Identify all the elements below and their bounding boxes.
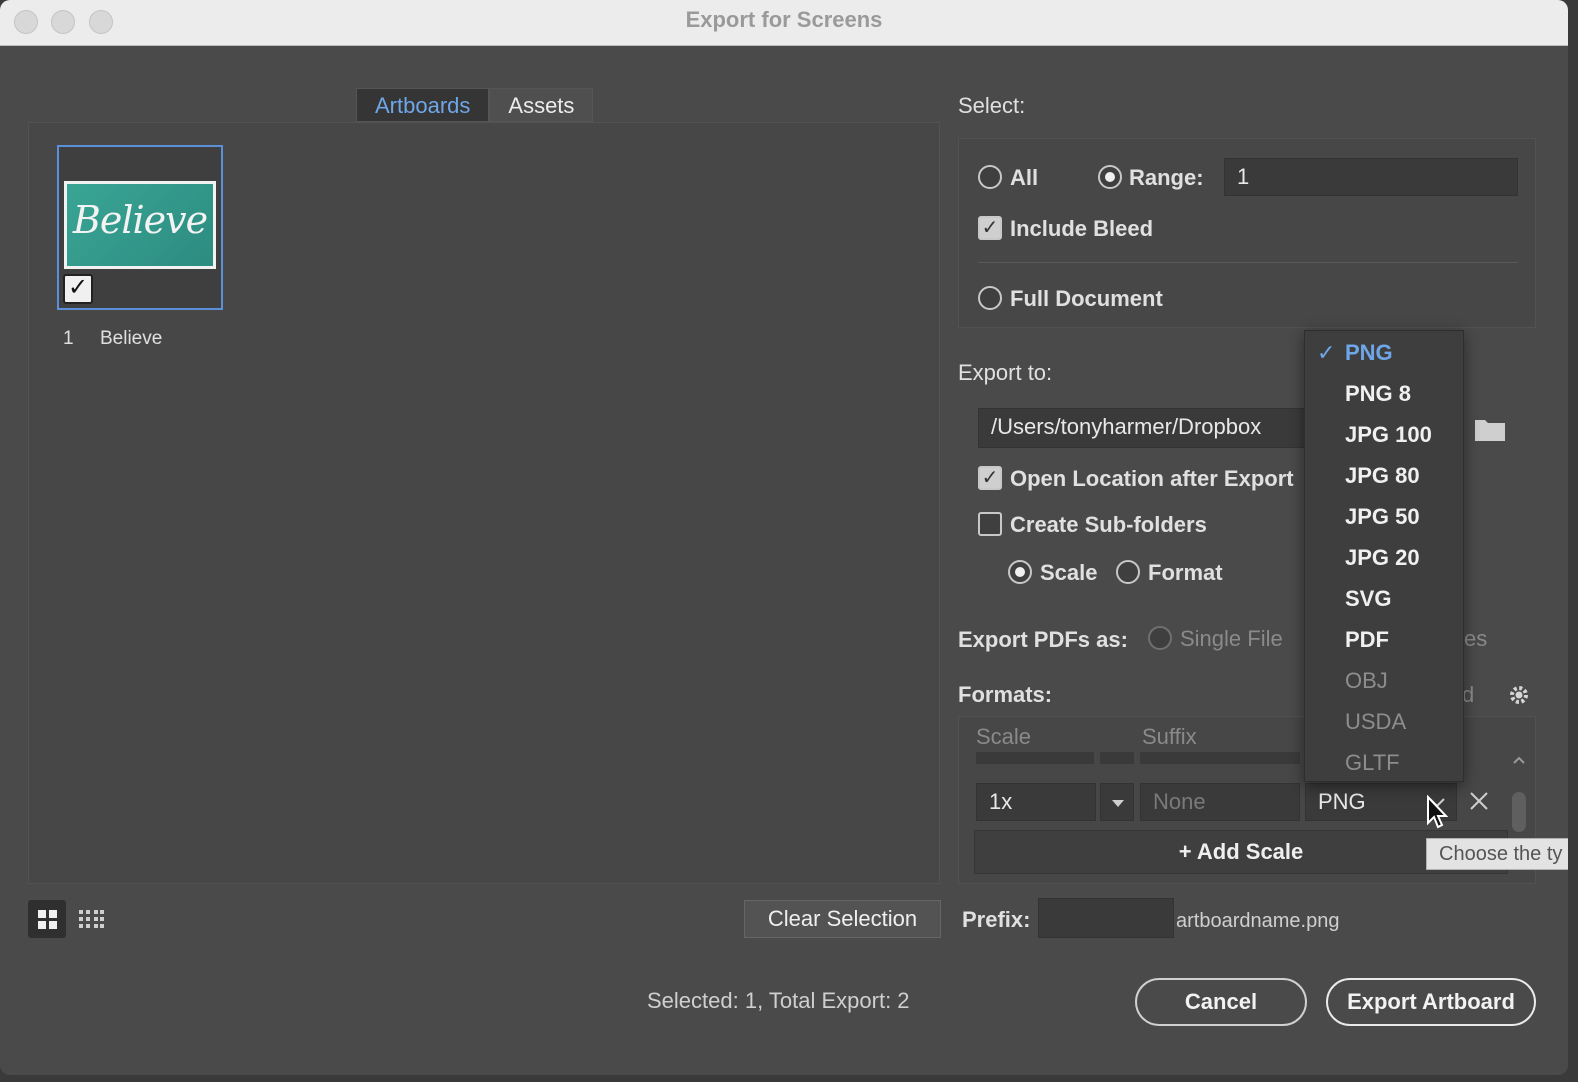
full-document-radio[interactable] — [978, 286, 1002, 310]
multiple-files-label-partial: es — [1464, 626, 1488, 651]
format-option-png8[interactable]: PNG 8 — [1305, 373, 1463, 414]
artboard-index: 1 — [63, 328, 74, 349]
artboard-preview-text: Believe — [72, 198, 208, 242]
select-heading: Select: — [958, 93, 1026, 118]
plus-icon: + — [1178, 839, 1197, 864]
artboard-checkbox[interactable]: ✓ — [63, 274, 93, 304]
prefix-input[interactable] — [1038, 898, 1174, 938]
open-location-checkbox[interactable]: ✓ — [978, 466, 1002, 490]
title-bar: Export for Screens — [0, 0, 1568, 46]
subfolder-scale-radio[interactable] — [1008, 560, 1032, 584]
create-subfolders-checkbox[interactable] — [978, 512, 1002, 536]
mouse-cursor-icon — [1427, 795, 1449, 829]
export-to-heading: Export to: — [958, 360, 1053, 385]
scale-input[interactable]: 1x — [976, 783, 1096, 821]
remove-scale-icon[interactable] — [1468, 790, 1490, 812]
export-pdfs-heading: Export PDFs as: — [958, 627, 1128, 652]
artboard-thumbnail[interactable]: Believe ✓ — [57, 145, 223, 310]
format-option-jpg80[interactable]: JPG 80 — [1305, 455, 1463, 496]
subfolder-scale-label: Scale — [1040, 560, 1098, 585]
format-option-svg[interactable]: SVG — [1305, 578, 1463, 619]
format-option-pdf[interactable]: PDF — [1305, 619, 1463, 660]
hidden-row-scale — [976, 752, 1094, 764]
select-all-radio[interactable] — [978, 165, 1002, 189]
format-tooltip: Choose the ty — [1426, 838, 1568, 870]
single-file-radio[interactable] — [1148, 626, 1172, 650]
filename-preview: artboardname.png — [1176, 910, 1340, 932]
tab-assets[interactable]: Assets — [489, 88, 594, 122]
clear-selection-button[interactable]: Clear Selection — [744, 900, 941, 938]
scale-dropdown-button[interactable] — [1100, 783, 1134, 821]
format-option-usda: USDA — [1345, 709, 1407, 734]
formats-heading: Formats: — [958, 682, 1053, 707]
subfolder-format-label: Format — [1148, 560, 1223, 585]
select-range-label: Range: — [1129, 165, 1204, 190]
add-scale-label: Add Scale — [1196, 839, 1304, 864]
select-range-radio[interactable] — [1098, 165, 1122, 189]
open-location-label: Open Location after Export — [1010, 466, 1294, 491]
format-dropdown-menu: ✓ PNG PNG 8 JPG 100 JPG 80 JPG 50 JPG 20 … — [1304, 330, 1464, 782]
suffix-input[interactable]: None — [1140, 783, 1300, 821]
export-dialog: Export for Screens Artboards Assets Beli… — [0, 0, 1568, 1075]
col-suffix-header: Suffix — [1142, 724, 1197, 749]
gear-icon[interactable] — [1507, 683, 1531, 707]
range-input[interactable]: 1 — [1224, 158, 1518, 196]
select-divider — [978, 262, 1518, 263]
include-bleed-checkbox[interactable]: ✓ — [978, 216, 1002, 240]
folder-icon[interactable] — [1474, 416, 1506, 442]
col-scale-header: Scale — [976, 724, 1032, 749]
include-bleed-label: Include Bleed — [1010, 216, 1154, 241]
scroll-thumb[interactable] — [1512, 792, 1526, 832]
select-all-label: All — [1010, 165, 1039, 190]
format-select-value: PNG — [1318, 789, 1366, 814]
hidden-row-suffix — [1140, 752, 1300, 764]
list-view-button[interactable] — [72, 900, 110, 938]
grid-view-icon — [38, 910, 57, 929]
format-option-jpg20[interactable]: JPG 20 — [1305, 537, 1463, 578]
artboard-name: Believe — [100, 328, 163, 349]
list-view-icon — [79, 910, 104, 928]
export-path-input[interactable]: /Users/tonyharmer/Dropbox — [978, 408, 1308, 448]
scroll-up-icon[interactable] — [1510, 752, 1528, 770]
grid-view-button[interactable] — [28, 900, 66, 938]
cancel-button[interactable]: Cancel — [1135, 978, 1307, 1026]
format-option-gltf: GLTF — [1345, 750, 1400, 775]
prefix-label: Prefix: — [962, 907, 1031, 932]
format-option-obj: OBJ — [1345, 668, 1388, 693]
format-option-jpg100[interactable]: JPG 100 — [1305, 414, 1463, 455]
single-file-label: Single File — [1180, 626, 1283, 651]
export-artboard-button[interactable]: Export Artboard — [1326, 978, 1536, 1026]
full-document-label: Full Document — [1010, 286, 1163, 311]
window-title: Export for Screens — [685, 7, 883, 32]
tab-artboards[interactable]: Artboards — [356, 88, 490, 122]
hidden-row-arrow — [1100, 752, 1134, 764]
create-subfolders-label: Create Sub-folders — [1010, 512, 1207, 537]
chevron-down-icon — [1112, 800, 1124, 807]
format-option-jpg50[interactable]: JPG 50 — [1305, 496, 1463, 537]
selection-status: Selected: 1, Total Export: 2 — [647, 988, 910, 1013]
format-option-png[interactable]: ✓ PNG — [1305, 332, 1463, 373]
tab-bar: Artboards Assets — [356, 88, 594, 122]
checkmark-icon: ✓ — [1317, 340, 1336, 365]
subfolder-format-radio[interactable] — [1116, 560, 1140, 584]
artboard-preview: Believe — [64, 181, 216, 269]
